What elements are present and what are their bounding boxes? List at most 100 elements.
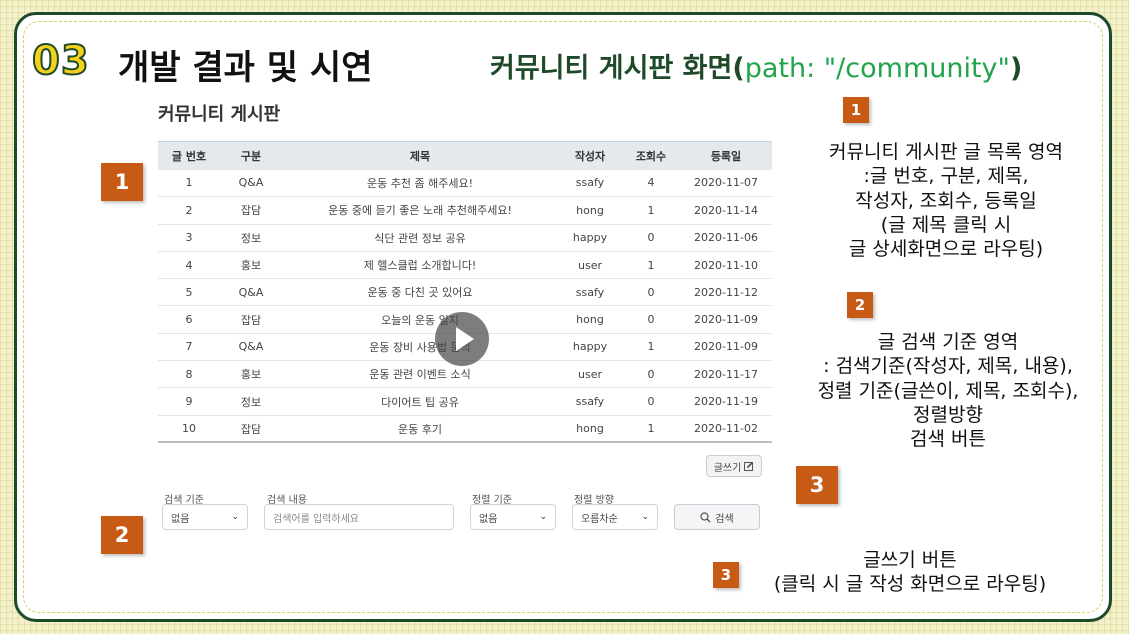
table-cell: 0 (622, 224, 680, 252)
search-criteria-value: 없음 (171, 513, 190, 525)
table-cell: 2020-11-17 (680, 360, 772, 389)
table-row[interactable]: 10 잡담 운동 후기 hong 1 2020-11-02 (158, 415, 772, 444)
table-cell: 홍보 (220, 360, 282, 389)
table-row[interactable]: 1 Q&A 운동 추천 좀 해주세요! ssafy 4 2020-11-07 (158, 169, 772, 198)
sort-direction-select[interactable]: 오름차순 ⌄ (572, 504, 658, 530)
table-cell: 2020-11-02 (680, 415, 772, 444)
table-cell: hong (558, 196, 622, 225)
table-cell: 2 (158, 196, 220, 225)
table-cell: Q&A (220, 333, 282, 362)
sort-criteria-value: 없음 (479, 513, 498, 525)
table-cell: happy (558, 333, 622, 362)
description-write-button: 글쓰기 버튼 (클릭 시 글 작성 화면으로 라우팅) (736, 548, 1084, 597)
post-title-cell[interactable]: 제 헬스클럽 소개합니다! (282, 251, 558, 280)
table-cell: ssafy (558, 387, 622, 416)
table-cell: user (558, 251, 622, 280)
table-cell: 2020-11-14 (680, 196, 772, 225)
description-line: 정렬 기준(글쓴이, 제목, 조회수), (817, 379, 1079, 402)
post-title-cell[interactable]: 운동 중에 듣기 좋은 노래 추천해주세요! (282, 196, 558, 225)
description-line: 작성자, 조회수, 등록일 (855, 189, 1037, 212)
annotation-badge-3: 3 (796, 466, 838, 504)
column-header: 조회수 (622, 141, 680, 170)
table-row[interactable]: 2 잡담 운동 중에 듣기 좋은 노래 추천해주세요! hong 1 2020-11-14 (158, 196, 772, 225)
video-play-button[interactable] (435, 312, 489, 366)
description-line: 글 상세화면으로 라우팅) (848, 238, 1044, 261)
table-cell: 잡담 (220, 196, 282, 225)
post-title-cell[interactable]: 다이어트 팁 공유 (282, 387, 558, 416)
chevron-down-icon: ⌄ (641, 512, 649, 522)
description-line: :글 번호, 구분, 제목, (863, 165, 1029, 188)
subtitle-path: path: "/community" (744, 53, 1010, 84)
description-line: (글 제목 클릭 시 (880, 213, 1012, 236)
column-header: 제목 (282, 141, 558, 170)
section-number: 03 (31, 37, 90, 85)
post-title-cell[interactable]: 식단 관련 정보 공유 (282, 224, 558, 252)
table-cell: 0 (622, 305, 680, 334)
table-cell: 1 (622, 251, 680, 280)
table-cell: 2020-11-06 (680, 224, 772, 252)
table-cell: 1 (158, 169, 220, 198)
table-cell: 2020-11-09 (680, 333, 772, 362)
table-row[interactable]: 5 Q&A 운동 중 다친 곳 있어요 ssafy 0 2020-11-12 (158, 278, 772, 307)
post-title-cell[interactable]: 운동 추천 좀 해주세요! (282, 169, 558, 198)
subtitle-main: 커뮤니티 게시판 화면( (490, 53, 745, 84)
table-cell: Q&A (220, 278, 282, 307)
table-cell: happy (558, 224, 622, 252)
table-cell: 정보 (220, 387, 282, 416)
column-header: 등록일 (680, 141, 772, 170)
post-title-cell[interactable]: 운동 장비 사용법 문의 (282, 333, 558, 362)
table-cell: hong (558, 415, 622, 444)
table-cell: 5 (158, 278, 220, 307)
post-title-cell[interactable]: 운동 관련 이벤트 소식 (282, 360, 558, 389)
post-title-cell[interactable]: 오늘의 운동 일지 (282, 305, 558, 334)
sort-criteria-select[interactable]: 없음 ⌄ (470, 504, 556, 530)
search-button-label: 검색 (715, 513, 734, 525)
annotation-badge-1-small: 1 (843, 97, 869, 123)
board-table: 글 번호 구분 제목 작성자 조회수 등록일 1 Q&A 운동 추천 좀 해주세요!… (158, 141, 772, 444)
description-line: 글쓰기 버튼 (863, 549, 957, 571)
table-cell: 4 (622, 169, 680, 198)
table-cell: 2020-11-10 (680, 251, 772, 280)
table-cell: 잡담 (220, 305, 282, 334)
table-cell: 정보 (220, 224, 282, 252)
edit-icon (744, 461, 754, 471)
annotation-badge-1: 1 (101, 163, 143, 201)
post-title-cell[interactable]: 운동 후기 (282, 415, 558, 444)
description-line: 정렬방향 (913, 403, 983, 426)
table-row[interactable]: 3 정보 식단 관련 정보 공유 happy 0 2020-11-06 (158, 224, 772, 252)
description-line: : 검색기준(작성자, 제목, 내용), (823, 355, 1073, 378)
table-cell: 6 (158, 305, 220, 334)
description-search-area: 글 검색 기준 영역 : 검색기준(작성자, 제목, 내용), 정렬 기준(글쓴… (786, 330, 1110, 452)
description-line: 검색 버튼 (910, 428, 986, 451)
table-row[interactable]: 4 홍보 제 헬스클럽 소개합니다! user 1 2020-11-10 (158, 251, 772, 280)
board-body: 1 Q&A 운동 추천 좀 해주세요! ssafy 4 2020-11-07 2 잡담 운동 중… (158, 169, 772, 444)
annotation-badge-2: 2 (101, 516, 143, 554)
table-row[interactable]: 9 정보 다이어트 팁 공유 ssafy 0 2020-11-19 (158, 387, 772, 416)
search-button[interactable]: 검색 (674, 504, 760, 530)
board-title: 커뮤니티 게시판 (158, 104, 281, 125)
post-title-cell[interactable]: 운동 중 다친 곳 있어요 (282, 278, 558, 307)
table-cell: Q&A (220, 169, 282, 198)
column-header: 구분 (220, 141, 282, 170)
table-cell: 1 (622, 196, 680, 225)
table-cell: 10 (158, 415, 220, 444)
table-cell: user (558, 360, 622, 389)
description-line: (클릭 시 글 작성 화면으로 라우팅) (773, 573, 1047, 596)
table-cell: 7 (158, 333, 220, 362)
search-criteria-select[interactable]: 없음 ⌄ (162, 504, 248, 530)
table-cell: 2020-11-07 (680, 169, 772, 198)
write-button[interactable]: 글쓰기 (706, 455, 762, 477)
table-cell: 9 (158, 387, 220, 416)
table-cell: 8 (158, 360, 220, 389)
table-cell: hong (558, 305, 622, 334)
sort-direction-value: 오름차순 (581, 513, 618, 525)
table-cell: 홍보 (220, 251, 282, 280)
table-cell: 1 (622, 333, 680, 362)
search-input[interactable]: 검색어를 입력하세요 (264, 504, 454, 530)
section-title: 개발 결과 및 시연 (118, 48, 373, 88)
search-icon (700, 511, 711, 522)
table-cell: ssafy (558, 278, 622, 307)
table-cell: 4 (158, 251, 220, 280)
search-input-placeholder: 검색어를 입력하세요 (273, 513, 359, 525)
table-cell: ssafy (558, 169, 622, 198)
